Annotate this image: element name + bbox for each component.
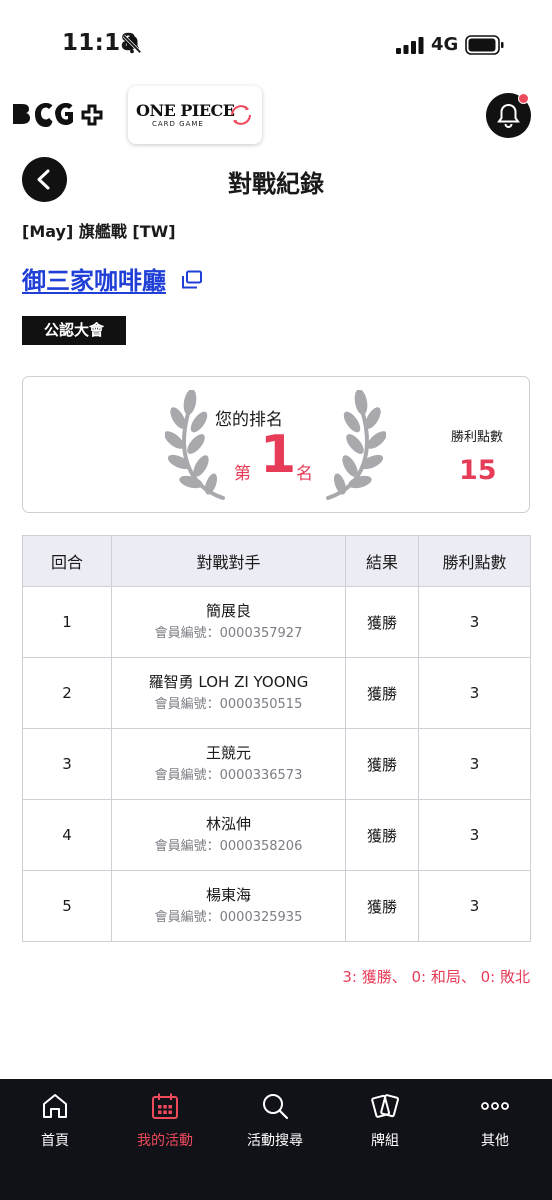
one-piece-logo-title: ONE PIECE bbox=[136, 101, 235, 120]
nav-decks[interactable]: 牌組 bbox=[330, 1091, 440, 1150]
bcg-logo[interactable] bbox=[11, 100, 109, 130]
opponent-name: 羅智勇 LOH ZI YOONG bbox=[148, 672, 309, 691]
opponent-name: 王競元 bbox=[205, 743, 251, 762]
opponent-cell: 林泓伸 會員編號：0000358206 bbox=[111, 799, 346, 871]
rank-card: 您的排名 第 1 名 勝利點數 15 bbox=[22, 376, 530, 513]
nav-label: 我的活動 bbox=[137, 1133, 193, 1149]
nav-my-activities[interactable]: 我的活動 bbox=[110, 1091, 220, 1150]
round-cell: 4 bbox=[22, 799, 112, 871]
search-icon bbox=[263, 1094, 289, 1120]
official-event-badge: 公認大會 bbox=[22, 316, 126, 345]
result-cell: 獲勝 bbox=[345, 870, 419, 942]
rank-label: 您的排名 bbox=[215, 410, 283, 430]
round-cell: 3 bbox=[22, 728, 112, 800]
header-points: 勝利點數 bbox=[418, 535, 531, 587]
calendar-icon bbox=[152, 1093, 178, 1119]
rank-prefix: 第 bbox=[234, 464, 251, 484]
table-row: 4 林泓伸 會員編號：0000358206 獲勝 3 bbox=[22, 799, 531, 871]
nav-home[interactable]: 首頁 bbox=[0, 1091, 110, 1150]
rank-number: 1 bbox=[260, 425, 297, 485]
refresh-swirl-icon bbox=[231, 105, 251, 125]
member-id: 會員編號：0000350515 bbox=[154, 696, 303, 712]
status-bar: 11:18 4G bbox=[0, 0, 552, 90]
bell-icon bbox=[497, 103, 520, 128]
round-cell: 2 bbox=[22, 657, 112, 729]
header-round: 回合 bbox=[22, 535, 112, 587]
result-cell: 獲勝 bbox=[345, 728, 419, 800]
opponent-cell: 楊東海 會員編號：0000325935 bbox=[111, 870, 346, 942]
points-cell: 3 bbox=[418, 870, 531, 942]
bottom-nav: 首頁 我的活動 活動搜尋 牌組 其他 bbox=[0, 1079, 552, 1200]
opponent-cell: 簡展良 會員編號：0000357927 bbox=[111, 586, 346, 658]
points-cell: 3 bbox=[418, 799, 531, 871]
opponent-name: 林泓伸 bbox=[205, 814, 251, 833]
home-icon bbox=[43, 1094, 67, 1118]
nav-label: 其他 bbox=[481, 1133, 509, 1149]
event-name: [May] 旗艦戰 [TW] bbox=[22, 222, 176, 241]
nav-more[interactable]: 其他 bbox=[440, 1091, 550, 1150]
round-cell: 5 bbox=[22, 870, 112, 942]
header-result: 結果 bbox=[345, 535, 419, 587]
opponent-cell: 王競元 會員編號：0000336573 bbox=[111, 728, 346, 800]
network-type: 4G bbox=[431, 34, 459, 55]
nav-event-search[interactable]: 活動搜尋 bbox=[220, 1091, 330, 1150]
points-cell: 3 bbox=[418, 586, 531, 658]
record-summary: 3: 獲勝、 0: 和局、 0: 敗北 bbox=[342, 968, 530, 986]
match-results-table: 回合 對戰對手 結果 勝利點數 1 簡展良 會員編號：0000357927 獲勝… bbox=[22, 535, 531, 942]
opponent-name: 楊東海 bbox=[205, 885, 251, 904]
rank-suffix: 名 bbox=[296, 464, 313, 484]
nav-label: 活動搜尋 bbox=[247, 1133, 303, 1149]
points-cell: 3 bbox=[418, 657, 531, 729]
table-row: 5 楊東海 會員編號：0000325935 獲勝 3 bbox=[22, 870, 531, 942]
opponent-cell: 羅智勇 LOH ZI YOONG 會員編號：0000350515 bbox=[111, 657, 346, 729]
one-piece-logo[interactable]: ONE PIECE CARD GAME bbox=[128, 86, 262, 144]
nav-label: 首頁 bbox=[41, 1133, 69, 1149]
member-id: 會員編號：0000358206 bbox=[154, 838, 303, 854]
table-row: 1 簡展良 會員編號：0000357927 獲勝 3 bbox=[22, 586, 531, 658]
store-link[interactable]: 御三家咖啡廳 bbox=[22, 261, 166, 296]
round-cell: 1 bbox=[22, 586, 112, 658]
battery-icon bbox=[465, 35, 504, 55]
member-id: 會員編號：0000357927 bbox=[154, 625, 303, 641]
table-row: 2 羅智勇 LOH ZI YOONG 會員編號：0000350515 獲勝 3 bbox=[22, 657, 531, 729]
table-header-row: 回合 對戰對手 結果 勝利點數 bbox=[22, 535, 531, 587]
opponent-name: 簡展良 bbox=[205, 601, 251, 620]
one-piece-logo-subtitle: CARD GAME bbox=[152, 120, 204, 128]
nav-label: 牌組 bbox=[371, 1133, 399, 1149]
member-id: 會員編號：0000336573 bbox=[154, 767, 303, 783]
result-cell: 獲勝 bbox=[345, 657, 419, 729]
result-cell: 獲勝 bbox=[345, 799, 419, 871]
notification-dot bbox=[518, 93, 529, 104]
more-icon bbox=[481, 1102, 509, 1110]
bell-muted-icon bbox=[122, 34, 142, 54]
header-opponent: 對戰對手 bbox=[111, 535, 346, 587]
member-id: 會員編號：0000325935 bbox=[154, 909, 303, 925]
external-link-icon[interactable] bbox=[181, 270, 203, 290]
victory-points-label: 勝利點數 bbox=[451, 430, 504, 445]
cards-icon bbox=[371, 1094, 400, 1118]
points-cell: 3 bbox=[418, 728, 531, 800]
signal-icon bbox=[396, 37, 424, 54]
result-cell: 獲勝 bbox=[345, 586, 419, 658]
victory-points-value: 15 bbox=[459, 455, 497, 486]
table-row: 3 王競元 會員編號：0000336573 獲勝 3 bbox=[22, 728, 531, 800]
page-title: 對戰紀錄 bbox=[228, 170, 324, 198]
